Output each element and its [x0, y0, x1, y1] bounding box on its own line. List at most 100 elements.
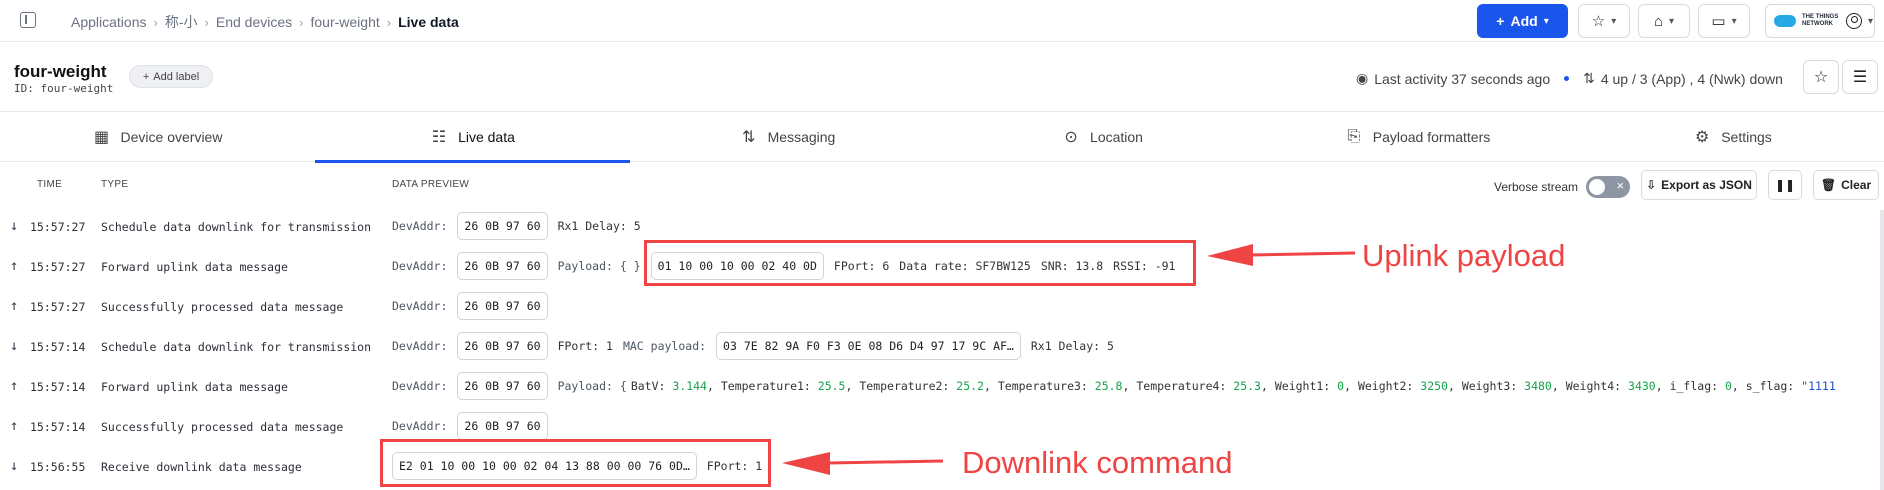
field-key: Weight4: [1565, 379, 1629, 393]
uplink-annotation: Uplink payload [1362, 238, 1566, 273]
sidebar-toggle-icon[interactable] [20, 12, 36, 28]
signal-icon: ◉ [1356, 70, 1369, 86]
star-icon: ☆ [1591, 13, 1606, 30]
row-time: 15:57:14 [30, 380, 86, 394]
devaddr-label: DevAddr: [392, 339, 448, 353]
add-label-text: Add label [153, 70, 200, 83]
field-key: Weight2: [1357, 379, 1421, 393]
mac-payload-chip[interactable]: 03 7E 82 9A F0 F3 0E 08 D6 D4 97 17 9C A… [716, 332, 1021, 360]
pause-button[interactable]: ❚❚ [1768, 170, 1802, 200]
scrollbar[interactable] [1880, 210, 1884, 490]
table-header: TIME TYPE DATA PREVIEW Verbose stream ⇩ E… [0, 162, 1884, 208]
verbose-stream: Verbose stream [1494, 176, 1631, 198]
field-value: 25.8 [1094, 379, 1123, 393]
arrow-up-icon: ↑ [10, 258, 19, 274]
row-time: 15:57:27 [30, 220, 86, 234]
field-value: 25.5 [817, 379, 846, 393]
breadcrumb-device[interactable]: four-weight [310, 14, 379, 30]
add-button[interactable]: + Add ▾ [1477, 4, 1568, 38]
list-icon: ☷ [431, 129, 447, 146]
breadcrumb-applications[interactable]: Applications [71, 14, 147, 30]
verbose-toggle[interactable] [1586, 176, 1631, 198]
column-data-preview: DATA PREVIEW [392, 179, 470, 190]
devaddr-chip[interactable]: 26 0B 97 60 [457, 212, 548, 240]
arrow-down-icon: ↓ [10, 218, 19, 234]
column-type: TYPE [101, 179, 129, 190]
gear-icon: ⚙ [1695, 129, 1710, 146]
pin-icon: ⊙ [1064, 129, 1078, 146]
downlink-highlight-box [380, 439, 771, 487]
arrow-up-icon: ↑ [10, 298, 19, 314]
column-time: TIME [37, 179, 63, 190]
tab-device-overview[interactable]: ▦ Device overview [0, 112, 315, 162]
devaddr-chip[interactable]: 26 0B 97 60 [457, 292, 548, 320]
plus-icon: + [1496, 13, 1505, 29]
downlink-annotation: Downlink command [962, 445, 1233, 480]
row-type: Schedule data downlink for transmission [101, 340, 372, 354]
tab-label: Live data [458, 129, 515, 145]
chevron-down-icon: ▾ [1731, 15, 1737, 27]
inbox-dropdown[interactable]: ▭ ▾ [1698, 4, 1750, 38]
devaddr-chip[interactable]: 26 0B 97 60 [457, 252, 548, 280]
menu-button[interactable]: ☰ [1842, 60, 1878, 94]
devaddr-chip[interactable]: 26 0B 97 60 [457, 372, 548, 400]
tab-location[interactable]: ⊙ Location [945, 112, 1260, 162]
field-value: 25.3 [1233, 379, 1261, 393]
table-row[interactable]: ↑ 15:57:14 Successfully processed data m… [0, 406, 1884, 446]
row-type: Forward uplink data message [101, 380, 288, 394]
user-menu[interactable]: THE THINGS NETWORK ▾ [1765, 4, 1875, 38]
tab-settings[interactable]: ⚙ Settings [1575, 112, 1884, 162]
top-bar: Applications › 称-小 › End devices › four-wei… [0, 0, 1884, 42]
row-time: 15:57:14 [30, 340, 86, 354]
device-name: four-weight [14, 62, 107, 81]
breadcrumb: Applications › 称-小 › End devices › four-wei… [71, 12, 459, 32]
devaddr-label: DevAddr: [392, 379, 448, 393]
pause-icon: ❚❚ [1774, 178, 1796, 192]
devaddr-chip[interactable]: 26 0B 97 60 [457, 332, 548, 360]
breadcrumb-end-devices[interactable]: End devices [216, 14, 292, 30]
field-value: 3250 [1420, 379, 1448, 393]
star-icon: ☆ [1813, 69, 1829, 86]
updown-icon: ⇅ [741, 129, 756, 146]
export-json-button[interactable]: ⇩ Export as JSON [1641, 170, 1757, 200]
device-tabs: ▦ Device overview ☷ Live data ⇅ Messaging ⊙… [0, 112, 1884, 163]
code-icon: ⎘ [1347, 128, 1361, 145]
device-header: four-weight ID: four-weight + Add label … [0, 42, 1884, 112]
row-type: Forward uplink data message [101, 260, 288, 274]
table-row[interactable]: ↑ 15:57:27 Successfully processed data m… [0, 286, 1884, 326]
field-key: i_flag: [1669, 379, 1725, 393]
add-label-button[interactable]: + Add label [129, 65, 213, 88]
tab-messaging[interactable]: ⇅ Messaging [630, 112, 945, 162]
add-button-label: Add [1510, 13, 1538, 29]
favorite-button[interactable]: ☆ [1803, 60, 1839, 94]
field-key: Temperature1: [720, 379, 818, 393]
bookmarks-dropdown[interactable]: ☆ ▾ [1578, 4, 1630, 38]
clear-button[interactable]: 🗑 Clear [1813, 170, 1879, 200]
chevron-right-icon: › [204, 14, 209, 30]
decoded-payload: BatV: 3.144, Temperature1: 25.5, Tempera… [630, 379, 1836, 393]
field-value: 0 [1337, 379, 1345, 393]
devaddr-chip[interactable]: 26 0B 97 60 [457, 412, 548, 440]
separator-dot [1564, 76, 1570, 81]
table-row[interactable]: ↑ 15:57:14 Forward uplink data message D… [0, 366, 1884, 406]
tab-payload-formatters[interactable]: ⎘ Payload formatters [1260, 112, 1575, 162]
export-label: Export as JSON [1661, 178, 1752, 192]
breadcrumb-app[interactable]: 称-小 [165, 12, 198, 32]
chevron-down-icon: ▾ [1669, 15, 1675, 27]
table-row[interactable]: ↓ 15:57:14 Schedule data downlink for tr… [0, 326, 1884, 366]
devaddr-label: DevAddr: [392, 219, 448, 233]
clear-label: Clear [1841, 178, 1872, 192]
inbox-icon: ▭ [1711, 13, 1726, 30]
tab-live-data[interactable]: ☷ Live data [315, 112, 630, 163]
arrow-up-icon: ↑ [10, 418, 19, 434]
trash-icon: 🗑 [1820, 178, 1837, 192]
tags-dropdown[interactable]: ⌂ ▾ [1638, 4, 1690, 38]
chevron-down-icon: ▾ [1611, 15, 1617, 27]
chevron-right-icon: › [386, 14, 392, 30]
download-icon: ⇩ [1646, 178, 1657, 192]
field-key: Temperature2: [859, 379, 957, 393]
tab-label: Settings [1721, 129, 1772, 145]
field-value: 3.144 [672, 379, 707, 393]
chevron-down-icon: ▾ [1868, 15, 1874, 27]
grid-icon: ▦ [93, 129, 110, 146]
